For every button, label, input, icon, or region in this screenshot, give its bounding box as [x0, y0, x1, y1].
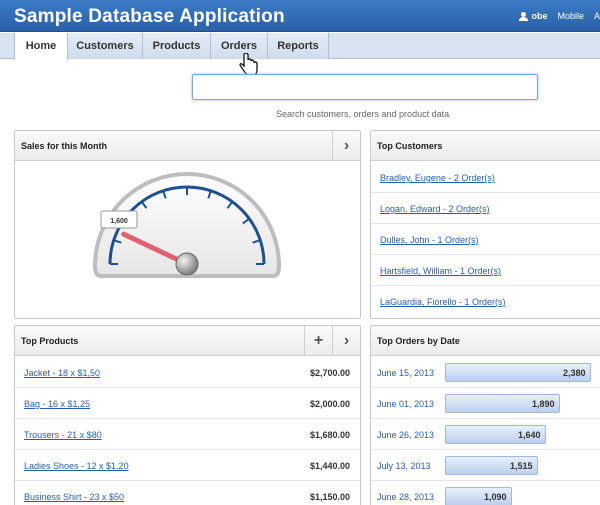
list-item: Hartsfield, William - 1 Order(s) — [371, 255, 600, 286]
order-value: 1,090 — [484, 492, 507, 502]
panel-header: Top Customers — [371, 131, 600, 161]
product-link[interactable]: Business Shirt - 23 x $50 — [24, 492, 124, 502]
top-products-panel: Top Products + › Jacket - 18 x $1,50 $2,… — [14, 325, 361, 505]
list-item: July 13, 2013 1,515 — [371, 450, 600, 481]
app-header: Sample Database Application obe Mobile A — [0, 0, 600, 32]
product-link[interactable]: Trousers - 21 x $80 — [24, 430, 102, 440]
list-item: Bag - 16 x $1,25 $2,000.00 — [15, 388, 360, 419]
order-value: 1,640 — [518, 430, 541, 440]
plus-icon: + — [313, 331, 324, 349]
list-item: Jacket - 18 x $1,50 $2,700.00 — [15, 357, 360, 388]
customer-link[interactable]: Logan, Edward - 2 Order(s) — [380, 204, 490, 214]
gauge-value-label: 1,600 — [100, 210, 138, 229]
panel-title: Top Orders by Date — [377, 336, 460, 346]
list-item: Bradley, Eugene - 2 Order(s) — [371, 162, 600, 193]
customer-link[interactable]: Hartsfield, William - 1 Order(s) — [380, 266, 501, 276]
search-input[interactable] — [192, 74, 538, 100]
panel-title: Top Customers — [377, 141, 443, 151]
expand-button[interactable]: › — [332, 131, 360, 160]
panel-header: Top Products + › — [15, 326, 360, 356]
tab-home[interactable]: Home — [14, 33, 68, 60]
tab-reports[interactable]: Reports — [268, 33, 329, 59]
product-amount: $1,440.00 — [309, 461, 350, 471]
product-amount: $1,680.00 — [309, 430, 350, 440]
list-item: Trousers - 21 x $80 $1,680.00 — [15, 419, 360, 450]
tab-products[interactable]: Products — [143, 33, 211, 59]
product-amount: $2,700.00 — [309, 368, 350, 378]
tab-customers[interactable]: Customers — [68, 33, 143, 59]
tab-bar: Home Customers Products Orders Reports — [0, 33, 600, 60]
product-amount: $1,150.00 — [309, 492, 350, 502]
list-item: LaGuardia, Fiorello - 1 Order(s) — [371, 286, 600, 317]
order-date-link[interactable]: July 13, 2013 — [377, 461, 431, 471]
list-item: Logan, Edward - 2 Order(s) — [371, 193, 600, 224]
order-value: 1,515 — [510, 461, 533, 471]
order-date-link[interactable]: June 01, 2013 — [377, 399, 434, 409]
list-item: Dulles, John - 1 Order(s) — [371, 224, 600, 255]
order-date-link[interactable]: June 26, 2013 — [377, 430, 434, 440]
product-amount: $2,000.00 — [309, 399, 350, 409]
list-item: Business Shirt - 23 x $50 $1,150.00 — [15, 481, 360, 505]
sales-gauge: 1,600 — [92, 172, 282, 278]
mobile-link[interactable]: Mobile — [557, 11, 584, 21]
panel-title: Sales for this Month — [21, 141, 108, 151]
list-item: June 15, 2013 2,380 — [371, 357, 600, 388]
user-menu[interactable]: obe — [519, 11, 547, 21]
order-date-link[interactable]: June 15, 2013 — [377, 368, 434, 378]
chevron-right-icon: › — [343, 331, 350, 349]
order-value: 2,380 — [563, 368, 586, 378]
top-orders-panel: Top Orders by Date June 15, 2013 2,380 J… — [370, 325, 600, 505]
panel-header: Top Orders by Date — [371, 326, 600, 356]
sales-panel: Sales for this Month › 1,600 — [14, 130, 361, 319]
product-link[interactable]: Ladies Shoes - 12 x $1,20 — [24, 461, 129, 471]
product-link[interactable]: Jacket - 18 x $1,50 — [24, 368, 100, 378]
user-icon — [519, 11, 529, 21]
expand-button[interactable]: › — [332, 326, 360, 355]
search-hint: Search customers, orders and product dat… — [276, 109, 450, 119]
list-item: June 28, 2013 1,090 — [371, 481, 600, 505]
customer-link[interactable]: Bradley, Eugene - 2 Order(s) — [380, 173, 495, 183]
user-name: obe — [531, 11, 548, 21]
header-extra-link[interactable]: A — [594, 11, 600, 21]
top-customers-panel: Top Customers Bradley, Eugene - 2 Order(… — [370, 130, 600, 319]
chevron-right-icon: › — [343, 136, 350, 154]
list-item: June 26, 2013 1,640 — [371, 419, 600, 450]
app-title: Sample Database Application — [14, 6, 285, 27]
order-date-link[interactable]: June 28, 2013 — [377, 492, 434, 502]
panel-header: Sales for this Month › — [15, 131, 360, 161]
list-item: Ladies Shoes - 12 x $1,20 $1,440.00 — [15, 450, 360, 481]
order-value: 1,890 — [532, 399, 555, 409]
list-item: June 01, 2013 1,890 — [371, 388, 600, 419]
header-nav: obe Mobile A — [519, 11, 600, 21]
product-link[interactable]: Bag - 16 x $1,25 — [24, 399, 90, 409]
add-product-button[interactable]: + — [304, 326, 332, 355]
svg-text:1,600: 1,600 — [110, 218, 128, 225]
gauge-knob — [175, 252, 199, 276]
customer-link[interactable]: Dulles, John - 1 Order(s) — [380, 235, 479, 245]
panel-title: Top Products — [21, 336, 79, 346]
customer-link[interactable]: LaGuardia, Fiorello - 1 Order(s) — [380, 297, 506, 307]
